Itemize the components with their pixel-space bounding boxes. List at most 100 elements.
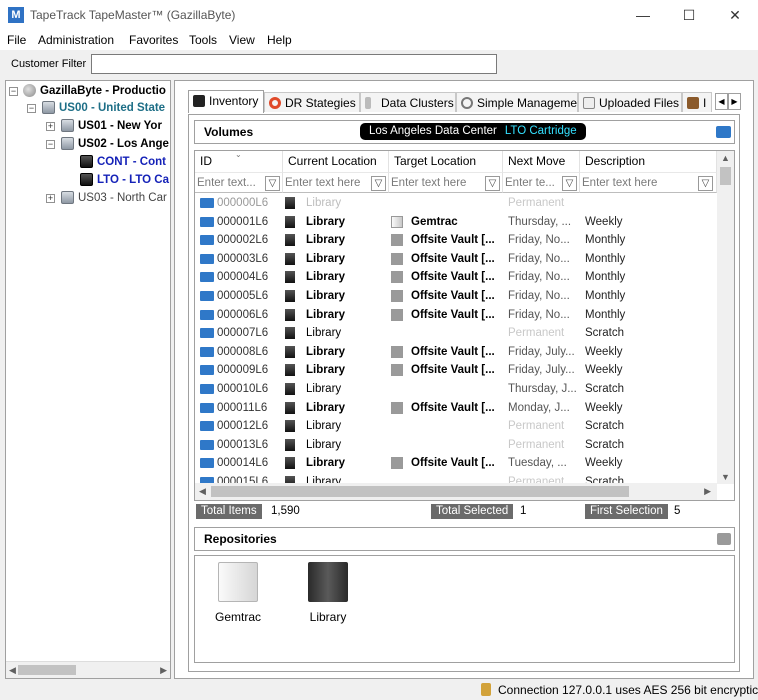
tree-node-us00[interactable]: US00 - United State (42, 99, 165, 117)
repository-gemtrac[interactable]: Gemtrac (203, 562, 273, 624)
filter-funnel-icon[interactable]: ▽ (698, 176, 713, 191)
filter-input-current-location[interactable] (285, 175, 367, 191)
library-repository-icon (308, 562, 348, 602)
repository-label: Library (309, 610, 347, 624)
filter-input-next-move[interactable] (505, 175, 557, 191)
scroll-thumb[interactable] (18, 665, 76, 675)
cell-current-location: Library (306, 234, 345, 247)
library-icon (285, 234, 295, 247)
table-row[interactable]: 000009L6 Library Offsite Vault [... Friday,… (195, 361, 717, 380)
scroll-left-icon[interactable]: ◀ (9, 665, 16, 676)
breadcrumb-media-type: LTO Cartridge (504, 125, 577, 137)
customer-filter-label: Customer Filter (11, 58, 87, 70)
box-icon (687, 97, 699, 109)
grid-vertical-scrollbar[interactable]: ▲ ▼ (717, 151, 734, 484)
table-row[interactable]: 000004L6 Library Offsite Vault [... Friday,… (195, 268, 717, 287)
table-row[interactable]: 000011L6 Library Offsite Vault [... Monday,… (195, 399, 717, 418)
cell-next-move: Friday, No... (508, 308, 570, 321)
table-row[interactable]: 000001L6 Library Gemtrac Thursday, ... Weekl… (195, 213, 717, 232)
tree-node-gazillabyte[interactable]: GazillaByte - Productio (23, 82, 166, 100)
table-row[interactable]: 000014L6 Library Offsite Vault [... Tuesday… (195, 454, 717, 473)
tab-inventory[interactable]: Inventory (188, 90, 264, 113)
menu-file[interactable]: File (7, 33, 26, 47)
filter-cell-next-move: ▽ (503, 172, 580, 193)
scroll-left-icon[interactable]: ◀ (199, 486, 206, 497)
expand-icon[interactable]: + (46, 122, 55, 131)
vault-icon (391, 457, 403, 470)
cell-description: Scratch (585, 420, 624, 433)
scroll-down-icon[interactable]: ▼ (721, 472, 730, 482)
menu-tools[interactable]: Tools (189, 33, 217, 47)
tree-node-us02[interactable]: US02 - Los Ange (61, 135, 169, 153)
tape-icon (200, 253, 214, 264)
column-header-next-move[interactable]: Next Move (503, 151, 580, 172)
expand-icon[interactable]: + (46, 194, 55, 203)
tab-overflow[interactable]: I (682, 92, 712, 112)
tape-icon (200, 198, 214, 208)
cell-next-move: Friday, July... (508, 345, 575, 358)
column-header-description[interactable]: Description (580, 151, 717, 172)
account-icon (61, 191, 74, 205)
tree-node-lto[interactable]: LTO - LTO Ca (80, 171, 169, 189)
menu-favorites[interactable]: Favorites (129, 33, 178, 47)
table-row[interactable]: 000000L6 Library Permanent (195, 194, 717, 213)
cell-current-location: Library (306, 271, 345, 284)
menu-help[interactable]: Help (267, 33, 292, 47)
gemtrac-icon (391, 215, 403, 228)
table-row[interactable]: 000003L6 Library Offsite Vault [... Friday,… (195, 250, 717, 269)
tab-dr-strategies[interactable]: DR Stategies (264, 92, 360, 112)
filter-funnel-icon[interactable]: ▽ (265, 176, 280, 191)
menu-administration[interactable]: Administration (38, 33, 114, 47)
scroll-right-icon[interactable]: ▶ (160, 665, 167, 676)
tree-node-label: US03 - North Car (78, 192, 167, 204)
filter-funnel-icon[interactable]: ▽ (562, 176, 577, 191)
account-icon (61, 137, 74, 151)
scroll-up-icon[interactable]: ▲ (721, 153, 730, 163)
table-row[interactable]: 000008L6 Library Offsite Vault [... Friday,… (195, 343, 717, 362)
maximize-button[interactable]: ☐ (666, 0, 712, 30)
grid-horizontal-scrollbar[interactable]: ◀ ▶ (195, 483, 717, 500)
collapse-icon[interactable]: − (27, 104, 36, 113)
column-header-current-location[interactable]: Current Location (283, 151, 389, 172)
tab-uploaded-files[interactable]: Uploaded Files (578, 92, 682, 112)
filter-input-description[interactable] (582, 175, 692, 191)
tree-node-us03[interactable]: US03 - North Car (61, 189, 167, 207)
scroll-right-icon[interactable]: ▶ (704, 486, 711, 497)
table-row[interactable]: 000010L6 Library Thursday, J... Scratch (195, 380, 717, 399)
scroll-thumb[interactable] (720, 167, 731, 185)
cell-id: 000001L6 (217, 215, 269, 228)
cell-description: Scratch (585, 327, 624, 340)
table-row[interactable]: 000013L6 Library Permanent Scratch (195, 436, 717, 455)
minimize-button[interactable]: — (620, 0, 666, 30)
table-row[interactable]: 000006L6 Library Offsite Vault [... Friday,… (195, 306, 717, 325)
cell-target-location: Offsite Vault [... (411, 308, 495, 321)
menu-view[interactable]: View (229, 33, 255, 47)
vault-icon (391, 401, 403, 414)
filter-funnel-icon[interactable]: ▽ (371, 176, 386, 191)
sort-indicator-icon: ⌄ (235, 150, 242, 159)
close-button[interactable]: ✕ (712, 0, 758, 30)
collapse-icon[interactable]: − (46, 140, 55, 149)
customer-filter-input[interactable] (91, 54, 497, 74)
repository-library[interactable]: Library (293, 562, 363, 624)
scroll-thumb[interactable] (211, 486, 629, 497)
filter-input-id[interactable] (197, 175, 261, 191)
tree-horizontal-scrollbar[interactable]: ◀ ▶ (6, 661, 170, 678)
tree-node-cont[interactable]: CONT - Cont (80, 153, 166, 171)
tree-node-us01[interactable]: US01 - New Yor (61, 117, 162, 135)
filter-input-target-location[interactable] (391, 175, 479, 191)
collapse-icon[interactable]: − (9, 87, 18, 96)
tab-scroll-left-button[interactable]: ◀ (715, 93, 728, 110)
column-header-target-location[interactable]: Target Location (389, 151, 503, 172)
tape-icon (200, 421, 214, 432)
cell-next-move: Monday, J... (508, 401, 570, 414)
filter-funnel-icon[interactable]: ▽ (485, 176, 500, 191)
tab-scroll-right-button[interactable]: ▶ (728, 93, 741, 110)
table-row[interactable]: 000005L6 Library Offsite Vault [... Friday,… (195, 287, 717, 306)
cell-next-move: Thursday, J... (508, 383, 577, 395)
table-row[interactable]: 000012L6 Library Permanent Scratch (195, 417, 717, 436)
table-row[interactable]: 000002L6 Library Offsite Vault [... Friday,… (195, 231, 717, 250)
tab-simple-management[interactable]: Simple Management (456, 92, 578, 112)
tab-data-clusters[interactable]: Data Clusters (360, 92, 456, 112)
table-row[interactable]: 000007L6 Library Permanent Scratch (195, 324, 717, 343)
